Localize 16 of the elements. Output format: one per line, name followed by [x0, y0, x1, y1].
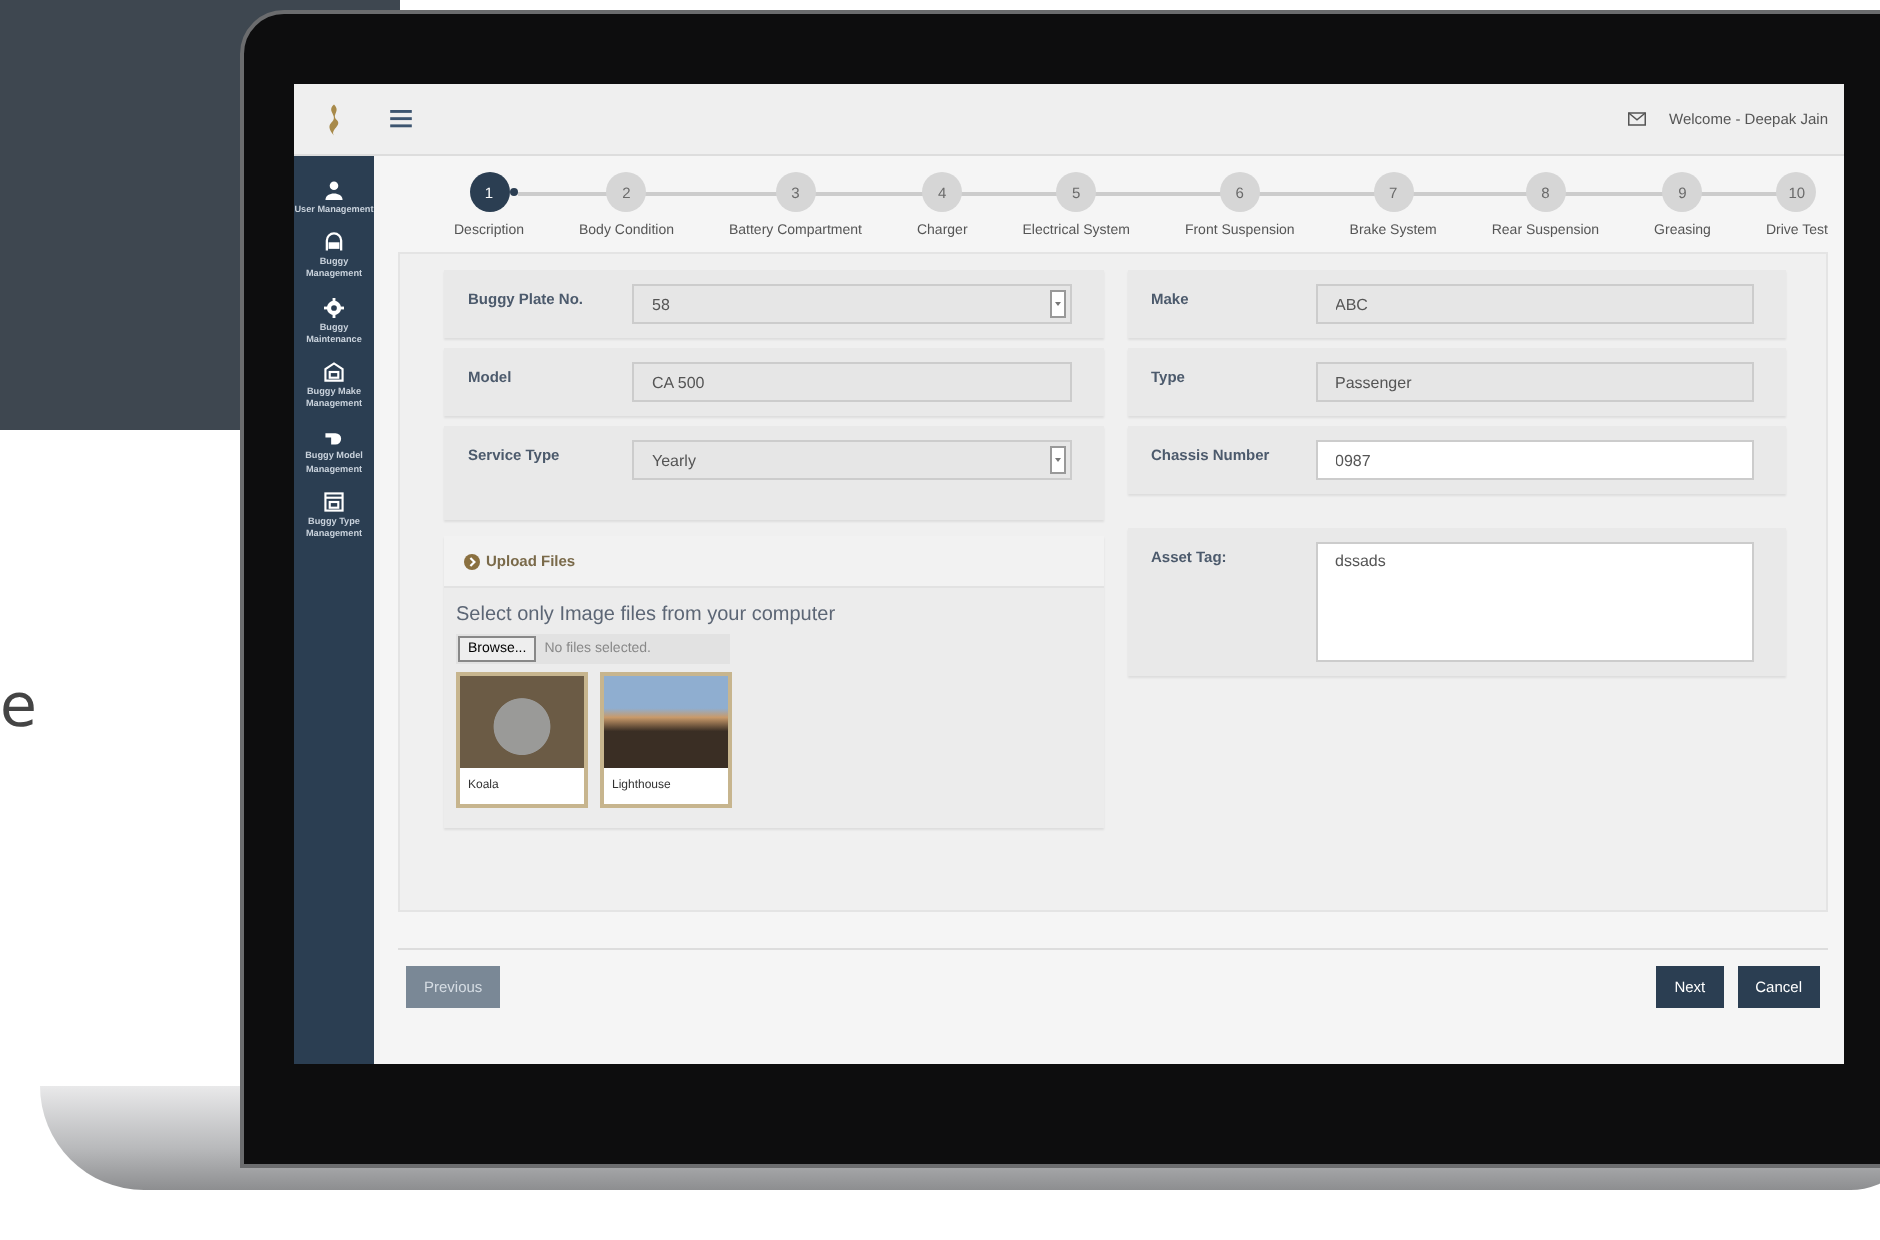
gear-icon: [324, 297, 344, 318]
caret-icon: [1049, 290, 1065, 318]
arrow-circle-icon: [464, 553, 480, 569]
caret-icon: [1049, 446, 1065, 474]
person-icon: [324, 180, 344, 200]
menu-icon[interactable]: [390, 110, 412, 128]
garage-icon: [324, 361, 344, 382]
mail-icon[interactable]: [1627, 112, 1646, 126]
upload-hint: Select only Image files from your computer: [456, 604, 836, 626]
photo-placeholder: [460, 676, 584, 768]
text-area[interactable]: dssads: [1315, 542, 1754, 662]
photo-placeholder: [604, 676, 728, 768]
garage-icon: [324, 491, 344, 512]
side-text-fragment: e: [0, 672, 37, 742]
text-field[interactable]: 0987: [1315, 440, 1754, 480]
garage-icon: [324, 232, 344, 253]
